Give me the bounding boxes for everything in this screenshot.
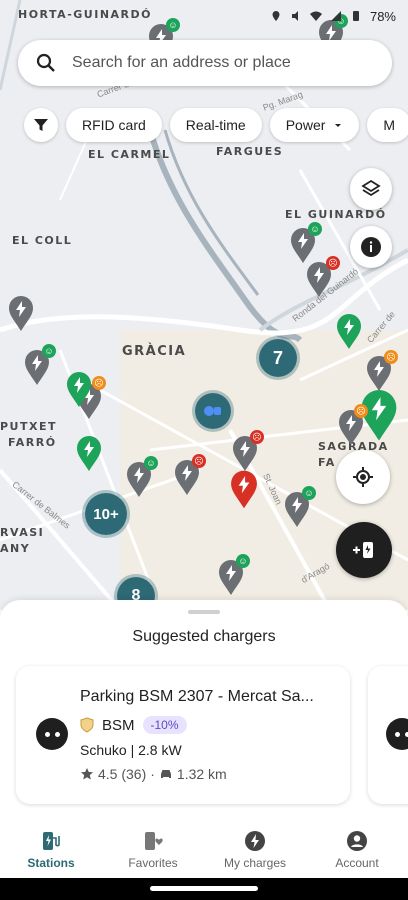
filter-icon [34,119,48,131]
nav-my-charges[interactable]: My charges [204,822,306,878]
map-label-gracia: GRÀCIA [122,344,187,359]
map-label-rvasi: RVASI [0,526,45,539]
plug-info: Schuko | 2.8 kW [80,742,182,758]
user-location-cluster[interactable] [192,390,234,432]
charger-pin[interactable] [8,296,34,337]
chip-rfid-card[interactable]: RFID card [66,108,162,142]
happy-badge-icon: ☺ [302,486,316,500]
selected-charger-pin[interactable] [230,470,258,515]
map-label-el-carmel: EL CARMEL [88,148,171,161]
happy-badge-icon: ☺ [308,222,322,236]
battery-percentage: 78% [369,8,396,24]
map-label-farro: FARRÓ [8,436,57,449]
warning-badge-icon: ☹ [354,404,368,418]
chip-real-time[interactable]: Real-time [169,108,262,142]
happy-badge-icon: ☺ [236,554,250,568]
map[interactable]: HORTA-GUINARDÓ EL CARMEL FARGUES EL GUIN… [0,0,408,610]
sad-badge-icon: ☹ [326,256,340,270]
mute-icon [291,11,298,21]
add-ev-station-icon [353,542,373,558]
chip-power-label: Power [285,117,326,133]
charger-name: Parking BSM 2307 - Mercat Sa... [80,688,314,705]
account-icon [347,831,367,851]
separator: · [150,766,155,782]
battery-icon [352,11,359,21]
signal-icon [330,11,341,21]
map-label-putxet: PUTXET [0,420,57,433]
nav-label: Favorites [128,856,178,870]
happy-badge-icon: ☺ [144,456,158,470]
schuko-plug-icon [36,718,68,750]
available-charger-pin-large[interactable] [360,390,398,447]
status-bar: 78% [0,0,408,32]
search-bar[interactable]: Search for an address or place [18,40,392,86]
available-charger-pin[interactable] [336,314,362,355]
suggested-chargers-sheet[interactable]: Suggested chargers Parking BSM 2307 - Me… [0,600,408,822]
map-label-el-coll: EL COLL [12,234,73,247]
sheet-drag-handle[interactable] [188,610,220,614]
nav-label: My charges [223,856,287,870]
cluster-marker[interactable]: 7 [256,336,300,380]
warning-badge-icon: ☹ [384,350,398,364]
nav-account[interactable]: Account [306,822,408,878]
search-placeholder: Search for an address or place [72,54,291,71]
chevron-down-icon [335,124,342,127]
navigation-icon [204,406,221,416]
chip-more[interactable]: M [367,108,408,142]
distance-value: 1.32 km [176,766,227,782]
map-label-fargues: FARGUES [216,145,284,158]
nav-favorites[interactable]: Favorites [102,822,204,878]
available-charger-pin[interactable] [76,436,102,477]
bottom-navigation: Stations Favorites My charges Account [0,822,408,878]
nav-label: Account [335,856,379,870]
location-icon [272,11,280,21]
nav-label: Stations [27,856,75,870]
happy-badge-icon: ☺ [42,344,56,358]
sheet-title: Suggested chargers [132,628,276,645]
gesture-bar [0,878,408,900]
sad-badge-icon: ☹ [250,430,264,444]
info-button[interactable] [350,226,392,268]
car-icon [160,770,171,778]
warning-badge-icon: ☹ [92,376,106,390]
chip-power[interactable]: Power [269,108,360,142]
rating-value: 4.5 (36) [98,766,147,782]
nav-stations[interactable]: Stations [0,822,102,878]
map-label-fa: FA [318,456,336,469]
schuko-plug-icon [386,718,408,750]
map-label-any: ANY [0,542,31,555]
filter-button[interactable] [24,108,58,142]
home-indicator[interactable] [150,886,258,891]
charger-card-next[interactable] [368,666,408,804]
my-location-icon [353,467,373,487]
ev-station-icon [43,832,60,850]
info-icon [361,237,381,257]
charger-card[interactable]: Parking BSM 2307 - Mercat Sa... BSM -10%… [16,666,350,804]
wifi-icon [309,11,322,21]
layers-icon [361,179,381,197]
discount-badge: -10% [142,716,187,734]
available-charger-pin[interactable] [66,372,92,413]
operator-logo-icon [80,717,94,733]
operator-name: BSM [102,716,135,734]
filter-chips: RFID card Real-time Power M [24,108,408,142]
favorites-icon [145,832,163,850]
sad-badge-icon: ☹ [192,454,206,468]
my-location-button[interactable] [336,450,390,504]
cluster-marker[interactable]: 10+ [82,490,130,538]
layers-button[interactable] [350,168,392,210]
bolt-icon [245,831,265,851]
star-icon [81,768,93,780]
add-charger-button[interactable] [336,522,392,578]
search-icon [36,53,55,72]
